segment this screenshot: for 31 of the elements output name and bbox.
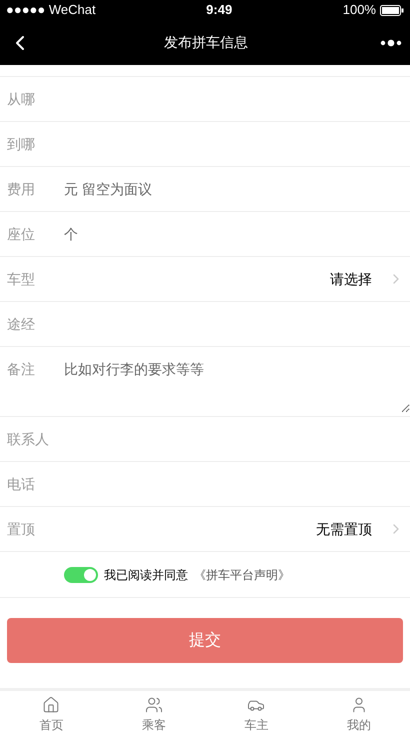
field-label: 备注: [7, 360, 36, 379]
people-icon: [144, 696, 163, 714]
agree-toggle[interactable]: [64, 566, 98, 582]
home-icon: [42, 696, 60, 714]
page-title: 发布拼车信息: [164, 33, 248, 52]
field-label: 置顶: [7, 520, 36, 538]
tab-item[interactable]: 车主: [205, 691, 308, 738]
more-icon[interactable]: [380, 38, 402, 46]
carrier-label: ●●●●● WeChat: [6, 1, 96, 20]
agreement-text: 我已阅读并同意: [104, 566, 188, 584]
battery-label: 100%: [342, 1, 376, 20]
field-label: 联系人: [7, 430, 50, 448]
field-label: 费用: [7, 180, 36, 198]
picker-field[interactable]: 请选择: [330, 268, 404, 290]
field-label: 座位: [7, 224, 36, 244]
remarks-field[interactable]: 比如对行李的要求等等: [64, 359, 410, 413]
tab-item[interactable]: 乘客: [102, 691, 205, 738]
tab-item[interactable]: 首页: [0, 691, 102, 738]
tab-item[interactable]: 我的: [308, 691, 410, 738]
field-label: 电话: [7, 474, 36, 494]
field-label: 车型: [7, 270, 36, 288]
battery-icon: [380, 4, 404, 16]
input-field[interactable]: 元 留空为面议: [64, 174, 410, 204]
field-label: 途经: [7, 314, 36, 334]
field-label: 到哪: [7, 134, 36, 154]
picker-field[interactable]: 无需置顶: [316, 518, 404, 540]
field-label: 从哪: [7, 90, 36, 108]
submit-button[interactable]: 提交: [7, 618, 403, 663]
input-field[interactable]: 个: [64, 219, 410, 249]
time-label: 9:49: [206, 1, 232, 20]
terms-link[interactable]: 《拼车平台声明》: [194, 566, 290, 584]
